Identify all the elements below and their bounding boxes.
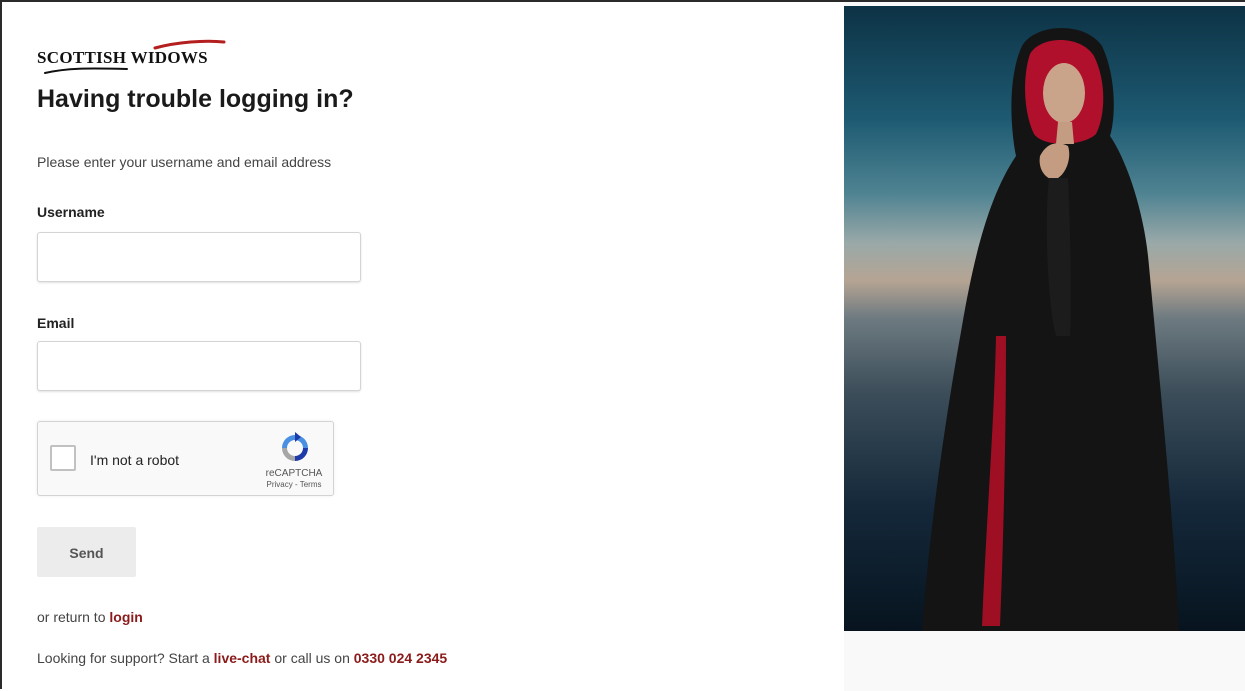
support-line: Looking for support? Start a live-chat o…	[37, 650, 447, 666]
return-prefix: or return to	[37, 609, 110, 625]
send-button[interactable]: Send	[37, 527, 136, 577]
login-help-panel: SCOTTISH WIDOWS Having trouble logging i…	[2, 2, 844, 691]
scottish-widows-logo: SCOTTISH WIDOWS	[37, 38, 247, 78]
live-chat-link[interactable]: live-chat	[214, 650, 271, 666]
recaptcha-links: Privacy - Terms	[260, 480, 328, 489]
page-title: Having trouble logging in?	[37, 85, 354, 113]
hero-panel	[844, 2, 1245, 691]
email-input[interactable]	[37, 341, 361, 391]
return-line: or return to login	[37, 609, 143, 625]
support-middle: or call us on	[270, 650, 354, 666]
hero-image	[844, 6, 1245, 631]
recaptcha-checkbox[interactable]	[50, 445, 76, 471]
recaptcha-label: I'm not a robot	[90, 452, 180, 468]
recaptcha-widget: I'm not a robot reCAPTCHA Privacy - Term…	[37, 421, 334, 496]
recaptcha-logo-icon	[282, 432, 308, 461]
phone-link[interactable]: 0330 024 2345	[354, 650, 447, 666]
login-link[interactable]: login	[109, 609, 142, 625]
recaptcha-terms-link[interactable]: Terms	[300, 480, 322, 489]
support-prefix: Looking for support? Start a	[37, 650, 214, 666]
instructions-text: Please enter your username and email add…	[37, 154, 332, 170]
logo-text: SCOTTISH WIDOWS	[37, 48, 208, 67]
recaptcha-brand: reCAPTCHA	[265, 468, 323, 479]
page-frame: SCOTTISH WIDOWS Having trouble logging i…	[0, 0, 1245, 691]
username-input[interactable]	[37, 232, 361, 282]
recaptcha-privacy-link[interactable]: Privacy	[267, 480, 293, 489]
recaptcha-separator: -	[292, 480, 300, 489]
username-label: Username	[37, 204, 105, 220]
email-label: Email	[37, 315, 75, 331]
